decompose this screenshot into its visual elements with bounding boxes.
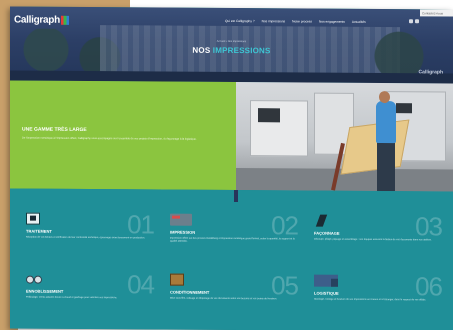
press-control-panel xyxy=(258,108,280,123)
top-contact-bar[interactable]: Contactez-nous xyxy=(420,9,453,17)
print-shop-photo xyxy=(236,82,453,192)
page-title-highlight: IMPRESSIONS xyxy=(212,45,271,56)
main-nav: Qui est Calligraphy ? Nos impressions No… xyxy=(225,19,366,24)
hero-watermark: Calligraph xyxy=(418,69,443,76)
service-title: IMPRESSION xyxy=(170,229,196,235)
service-card-ennoblissement[interactable]: 04 ENNOBLISSEMENT Pelliculage, vernis sé… xyxy=(18,269,158,328)
logo-mark-icon xyxy=(60,15,69,25)
truck-icon xyxy=(314,274,338,287)
services-section: 01 TRAITEMENT Réception de vos fichiers … xyxy=(10,188,453,330)
service-card-impression[interactable]: 02 IMPRESSION Impression offset sur des … xyxy=(162,210,302,269)
top-contact-text: Contactez-nous xyxy=(422,11,444,16)
service-title: TRAITEMENT xyxy=(26,228,52,234)
service-card-traitement[interactable]: 01 TRAITEMENT Réception de vos fichiers … xyxy=(18,209,158,268)
site-logo[interactable]: Calligraph xyxy=(14,12,69,26)
social-links xyxy=(409,19,419,24)
nozzle-icon xyxy=(314,215,328,227)
facebook-icon[interactable] xyxy=(409,19,413,24)
page-title-plain: NOS xyxy=(192,45,213,55)
paper-sheet xyxy=(340,119,410,175)
service-card-logistique[interactable]: 06 LOGISTIQUE Stockage, routage et livra… xyxy=(306,271,446,330)
intro-panel: UNE GAMME TRÈS LARGE De l’impression num… xyxy=(10,80,236,191)
nav-item-process[interactable]: Notre process xyxy=(292,19,312,23)
service-title: CONDITIONNEMENT xyxy=(170,289,210,295)
worker-legs xyxy=(377,141,395,192)
worker-body xyxy=(376,101,396,144)
roll-icon xyxy=(26,273,40,285)
linkedin-icon[interactable] xyxy=(415,19,419,24)
service-title: ENNOBLISSEMENT xyxy=(26,288,64,294)
service-text: Réception de vos fichiers et vérificatio… xyxy=(26,235,145,240)
box-icon xyxy=(170,273,184,286)
hero-banner: Calligraph Qui est Calligraphy ? Nos imp… xyxy=(10,6,453,84)
intro-text: De l’impression numérique à l’impression… xyxy=(22,136,197,141)
service-title: LOGISTIQUE xyxy=(314,290,339,296)
worker-head xyxy=(379,91,390,104)
press-control-panel-2 xyxy=(396,103,412,114)
service-text: Découpe, pliage, piquage et assemblage :… xyxy=(314,237,432,242)
screen-icon xyxy=(26,212,40,225)
service-text: Mise sous film, colisage et étiquetage d… xyxy=(170,296,277,301)
service-card-faconnage[interactable]: 03 FAÇONNAGE Découpe, pliage, piquage et… xyxy=(306,211,446,270)
printer-icon xyxy=(170,213,192,226)
section-divider xyxy=(234,190,238,203)
service-text: Stockage, routage et livraison de vos im… xyxy=(314,297,427,302)
logo-text: Calligraph xyxy=(14,13,60,26)
intro-band: UNE GAMME TRÈS LARGE De l’impression num… xyxy=(10,80,453,192)
nav-item-engagements[interactable]: Nos engagements xyxy=(319,20,345,24)
service-title: FAÇONNAGE xyxy=(314,230,340,236)
nav-item-qui-est[interactable]: Qui est Calligraphy ? xyxy=(225,19,255,23)
service-text: Impression offset sur des presses Heidel… xyxy=(170,236,295,243)
browser-screen: Calligraph Qui est Calligraphy ? Nos imp… xyxy=(10,6,453,330)
nav-item-impressions[interactable]: Nos impressions xyxy=(262,19,286,23)
service-card-conditionnement[interactable]: 05 CONDITIONNEMENT Mise sous film, colis… xyxy=(162,270,302,329)
service-text: Pelliculage, vernis sélectif, dorure à c… xyxy=(26,295,118,300)
nav-item-actualites[interactable]: Actualités xyxy=(352,20,366,24)
intro-title: UNE GAMME TRÈS LARGE xyxy=(22,126,87,133)
